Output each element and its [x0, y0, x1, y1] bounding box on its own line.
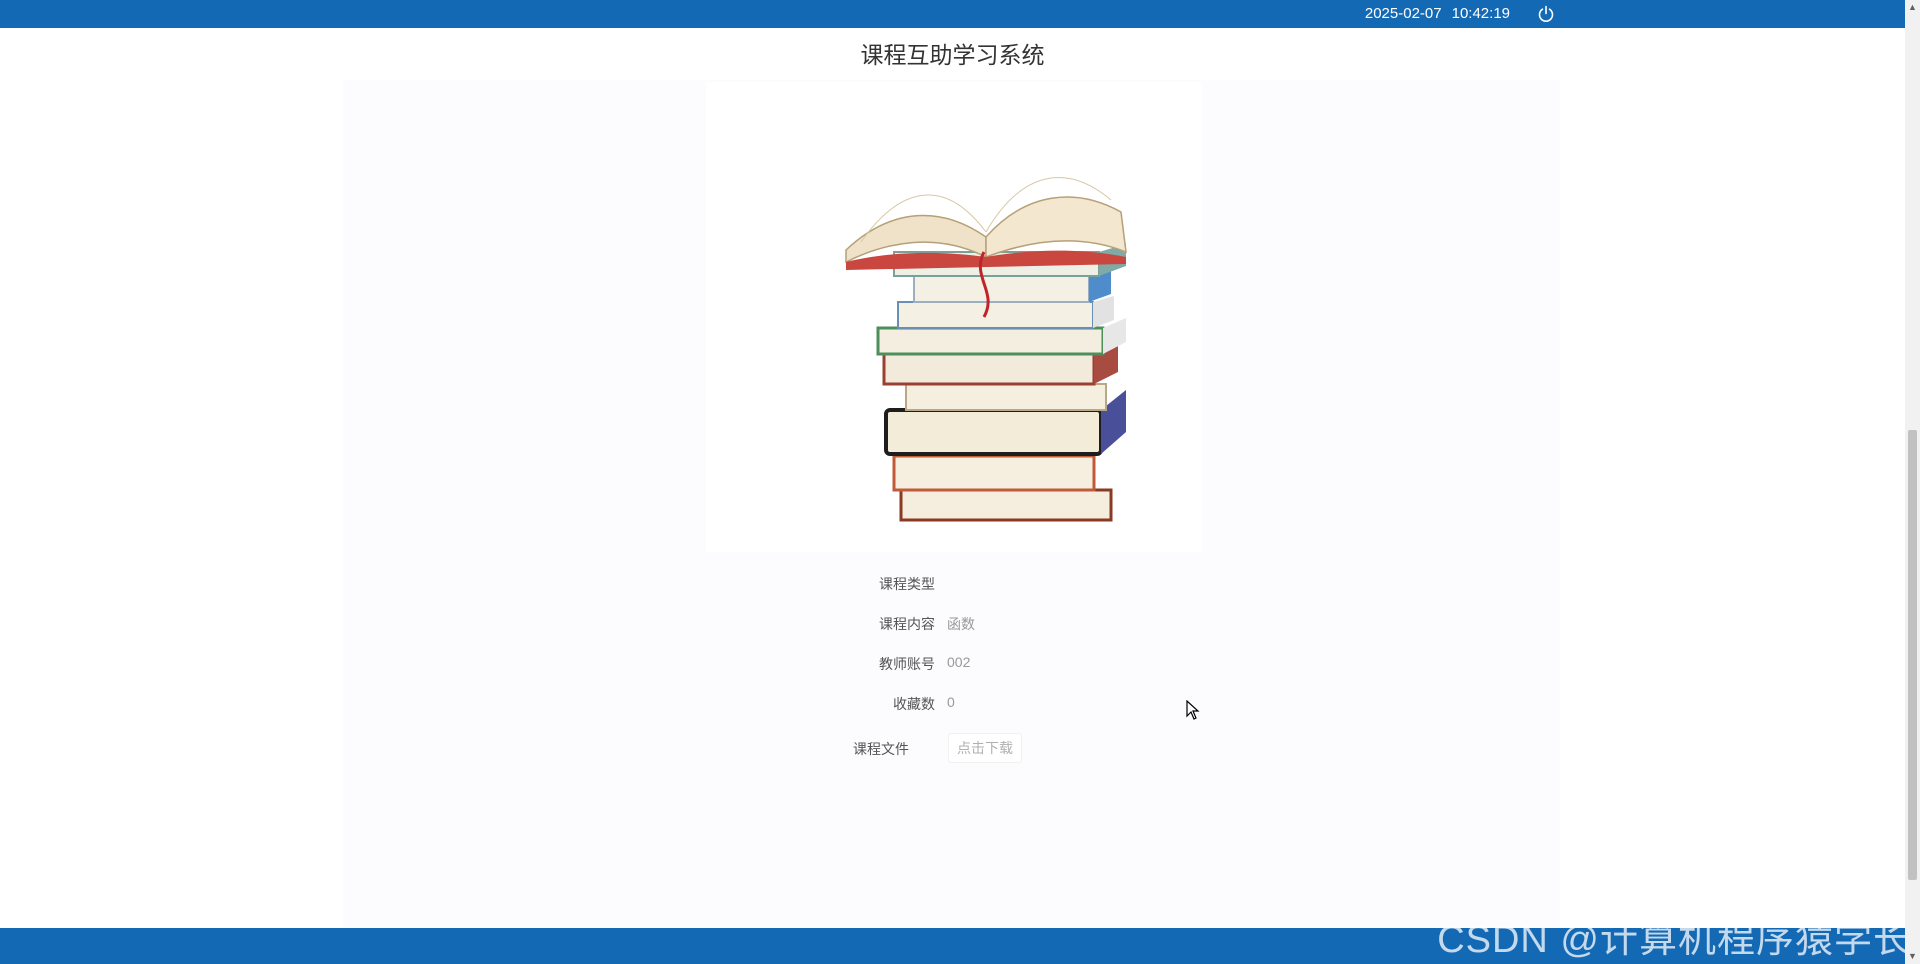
course-content-label: 课程内容	[879, 616, 935, 632]
course-content-value: 函数	[947, 616, 975, 632]
course-type-label: 课程类型	[879, 576, 935, 592]
scroll-up-arrow-icon[interactable]: ▲	[1905, 0, 1920, 15]
books-stack-image	[845, 177, 1127, 522]
teacher-account-value: 002	[947, 654, 971, 670]
favorites-value: 0	[947, 694, 955, 710]
watermark: CSDN @计算机程序猿学长	[1437, 919, 1912, 961]
course-file-label: 课程文件	[853, 741, 909, 757]
current-time: 10:42:19	[1451, 5, 1510, 22]
detail-course-content: 课程内容 函数	[800, 614, 1100, 634]
power-icon[interactable]	[1536, 4, 1556, 24]
mouse-cursor-icon	[1186, 700, 1200, 720]
vertical-scrollbar[interactable]: ▲ ▼	[1905, 0, 1920, 964]
teacher-account-label: 教师账号	[879, 656, 935, 672]
current-date: 2025-02-07	[1364, 5, 1442, 22]
detail-favorites: 收藏数 0	[800, 694, 1100, 714]
scroll-thumb[interactable]	[1908, 430, 1917, 880]
favorites-label: 收藏数	[893, 696, 935, 712]
datetime-display: 2025-02-07 10:42:19	[1365, 0, 1510, 28]
detail-course-file: 课程文件	[774, 739, 1074, 759]
top-bar: 2025-02-07 10:42:19	[0, 0, 1905, 28]
scroll-down-arrow-icon[interactable]: ▼	[1905, 949, 1920, 964]
detail-course-type: 课程类型	[800, 574, 1100, 594]
download-button[interactable]: 点击下载	[948, 733, 1022, 763]
page-title: 课程互助学习系统	[860, 42, 1045, 68]
detail-teacher-account: 教师账号 002	[800, 654, 1100, 674]
course-image	[706, 82, 1202, 552]
